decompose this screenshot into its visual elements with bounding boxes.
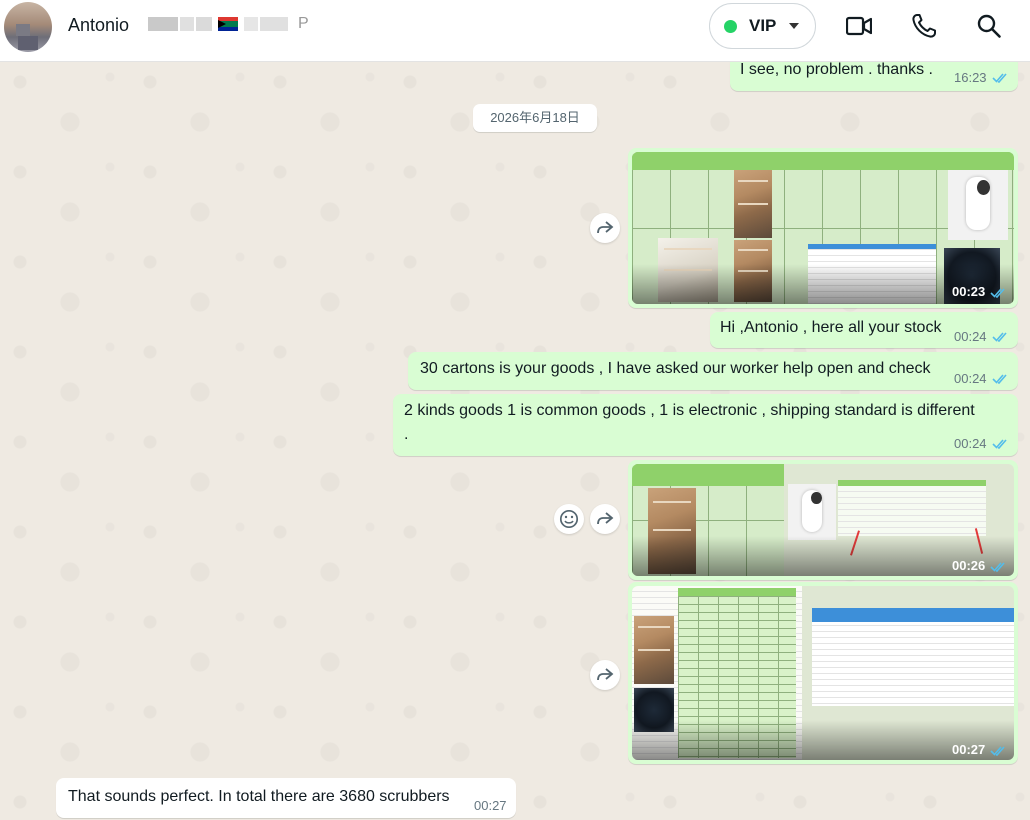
read-receipt-icon	[992, 438, 1010, 450]
contact-name-redacted	[148, 16, 308, 32]
message-time: 00:24	[954, 436, 987, 451]
read-receipt-icon	[992, 331, 1010, 343]
forward-icon[interactable]	[590, 660, 620, 690]
message-time: 00:24	[954, 371, 987, 386]
message-time: 16:23	[954, 70, 987, 85]
message-text: That sounds perfect. In total there are …	[68, 788, 450, 805]
video-time: 00:23	[952, 284, 986, 299]
message-text: 30 cartons is your goods , I have asked …	[420, 360, 931, 377]
message-text: Hi ,Antonio , here all your stock	[720, 319, 942, 336]
chat-header: Antonio P VIP	[0, 0, 1030, 62]
forward-icon[interactable]	[590, 504, 620, 534]
date-separator: 2026年6月18日	[473, 104, 597, 132]
read-receipt-icon	[990, 744, 1008, 756]
contact-name[interactable]: Antonio	[68, 15, 129, 36]
video-time: 00:26	[952, 558, 986, 573]
forward-icon[interactable]	[590, 213, 620, 243]
read-receipt-icon	[992, 72, 1010, 84]
vip-status-dot	[724, 19, 737, 33]
message-text: I see, no problem . thanks .	[740, 61, 933, 78]
video-time: 00:27	[952, 742, 986, 757]
message-bubble-outgoing[interactable]: Hi ,Antonio , here all your stock 00:24	[710, 312, 1018, 348]
video-thumbnail[interactable]	[632, 152, 1014, 304]
video-message[interactable]: 00:26	[628, 460, 1018, 580]
contact-name-tail: P	[298, 15, 309, 32]
message-bubble-outgoing[interactable]: 30 cartons is your goods , I have asked …	[408, 352, 1018, 390]
emoji-reaction-icon[interactable]	[554, 504, 584, 534]
vip-label: VIP	[749, 16, 777, 35]
video-thumbnail[interactable]	[632, 586, 1014, 760]
video-message[interactable]: 00:23	[628, 148, 1018, 308]
message-bubble-incoming[interactable]: That sounds perfect. In total there are …	[56, 778, 516, 818]
search-icon[interactable]	[976, 13, 1002, 39]
vip-label-dropdown[interactable]: VIP	[709, 3, 816, 49]
message-text-continued: .	[404, 426, 409, 443]
video-message[interactable]: 00:27	[628, 582, 1018, 764]
message-time: 00:24	[954, 329, 987, 344]
voice-call-icon[interactable]	[911, 13, 937, 39]
read-receipt-icon	[990, 560, 1008, 572]
chevron-down-icon	[789, 23, 800, 29]
south-africa-flag-icon	[218, 17, 238, 31]
message-text: 2 kinds goods 1 is common goods , 1 is e…	[404, 402, 975, 419]
message-time: 00:27	[474, 798, 507, 813]
contact-avatar[interactable]	[4, 2, 52, 52]
video-call-icon[interactable]	[845, 13, 873, 39]
read-receipt-icon	[992, 373, 1010, 385]
read-receipt-icon	[990, 286, 1008, 298]
message-bubble-outgoing[interactable]: 2 kinds goods 1 is common goods , 1 is e…	[393, 394, 1018, 456]
